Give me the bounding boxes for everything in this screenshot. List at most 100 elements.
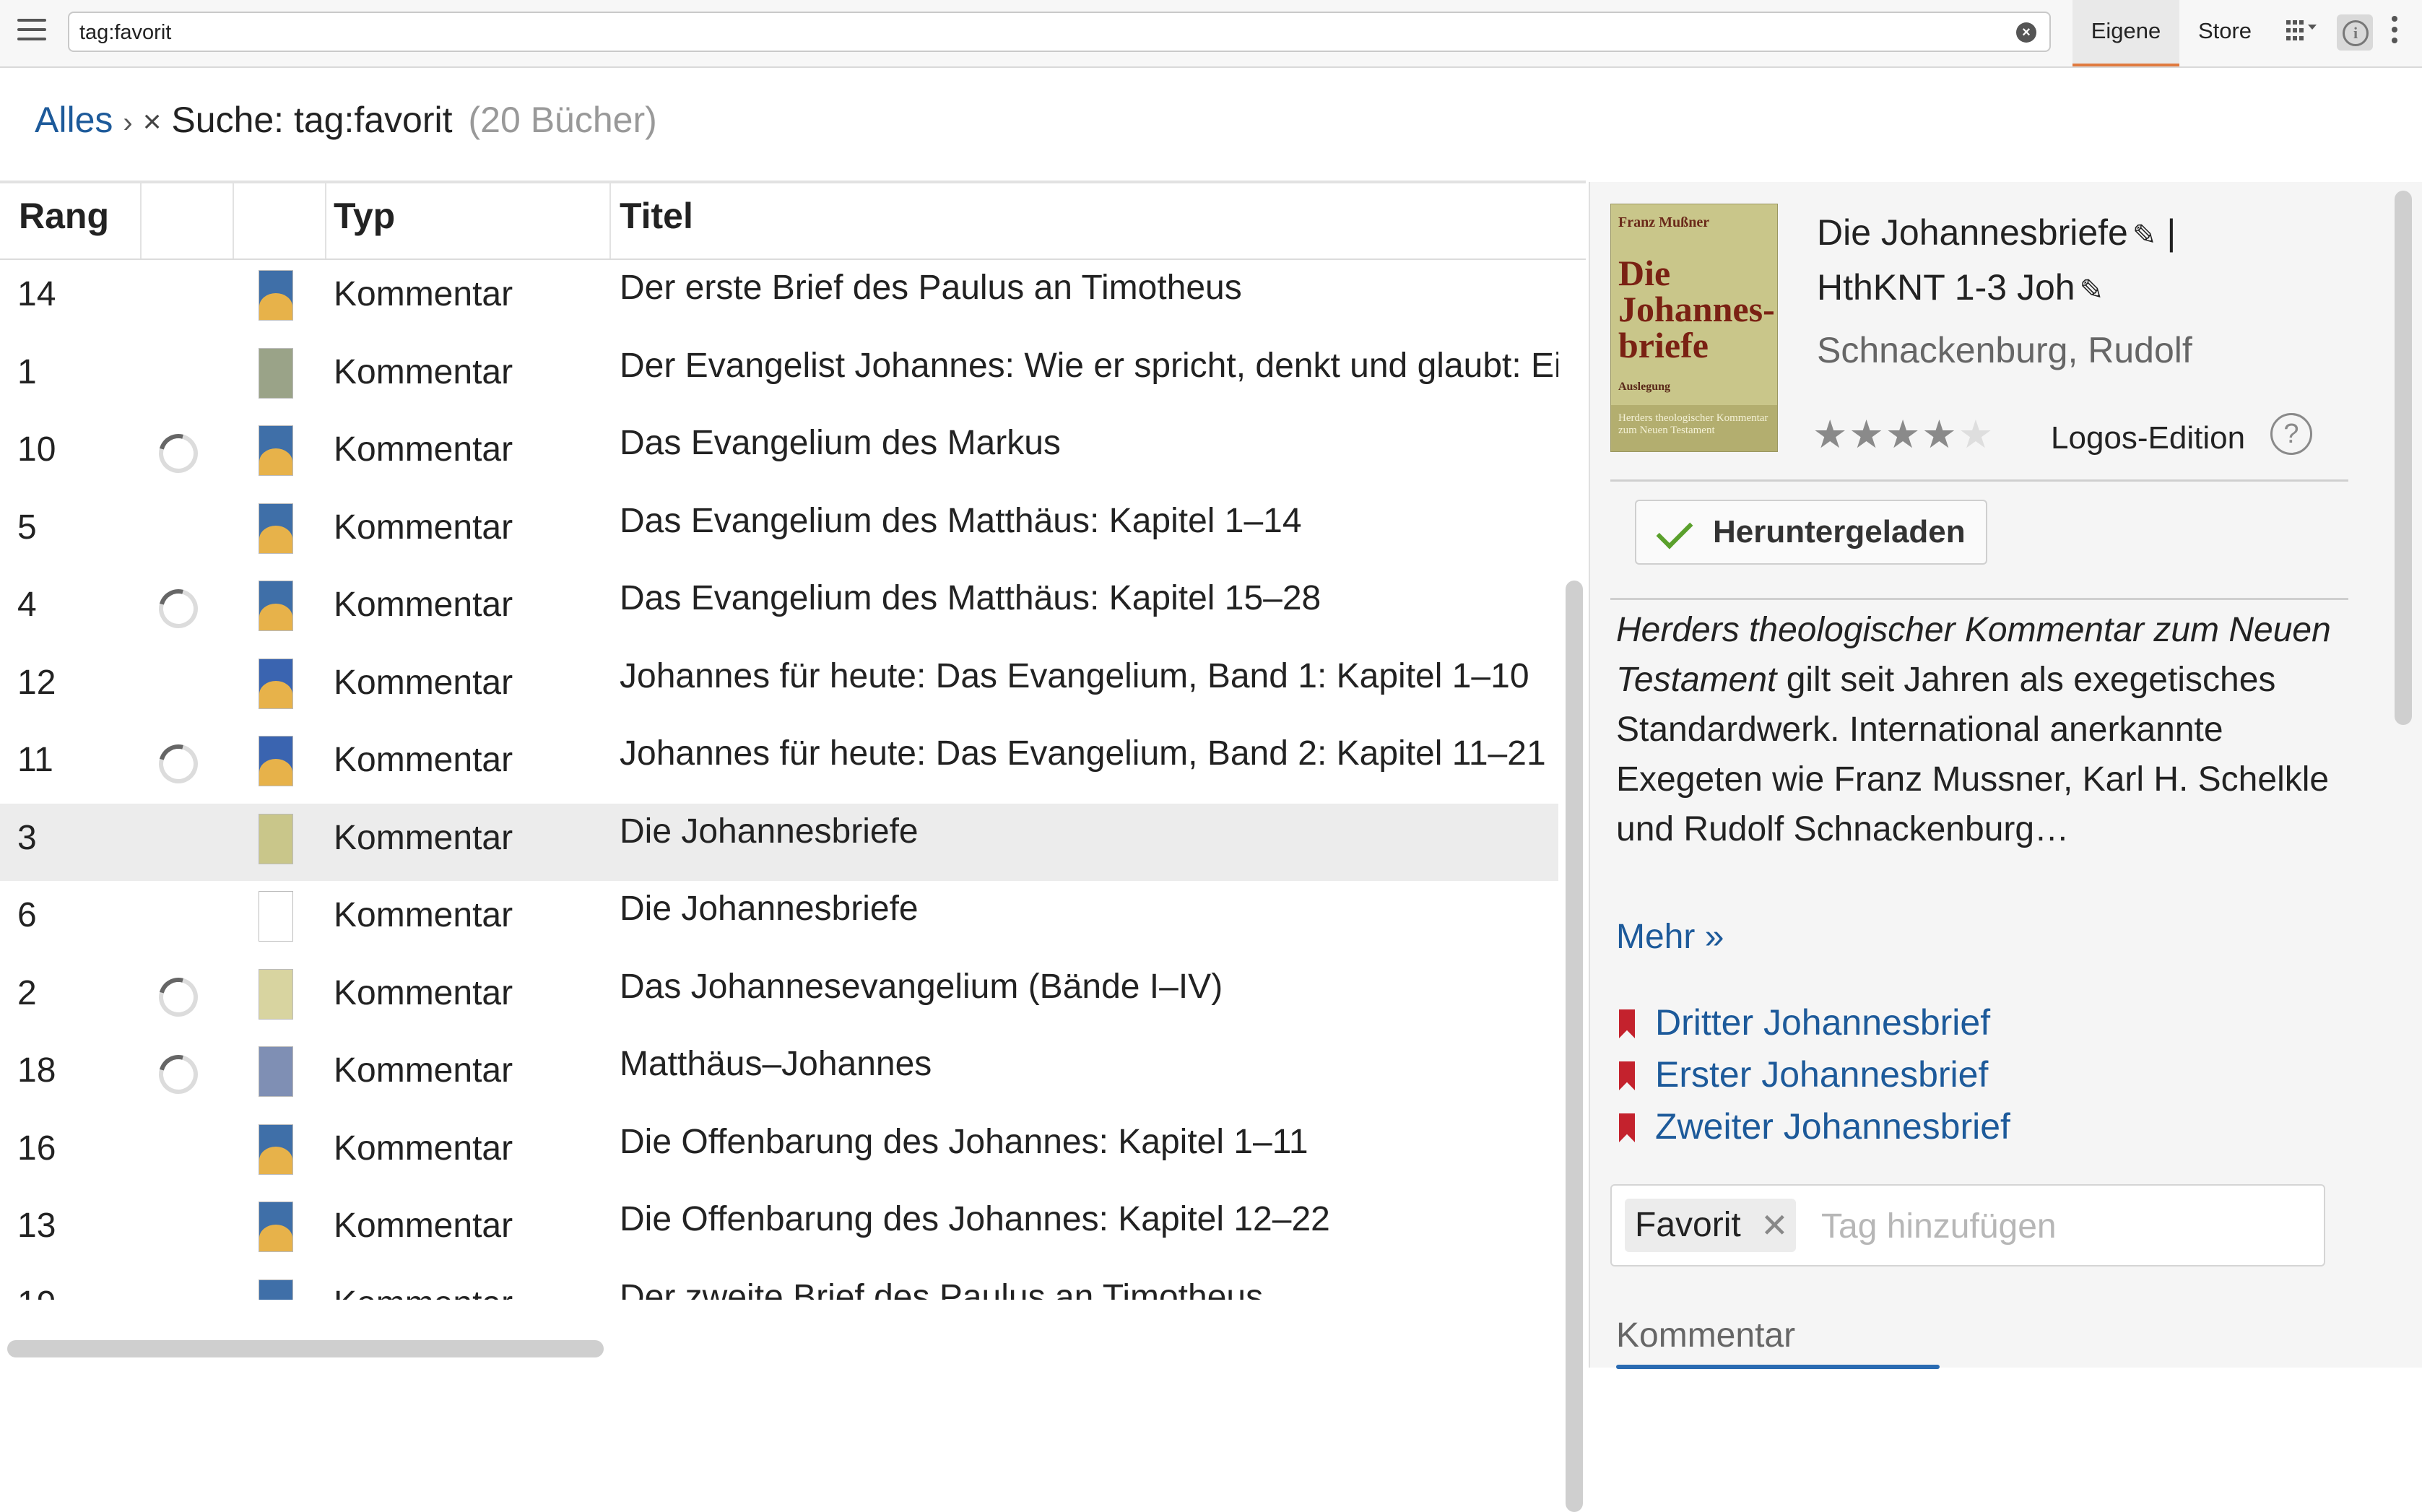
- table-row[interactable]: 12 Kommentar Johannes für heute: Das Evang…: [0, 648, 1558, 726]
- row-titel[interactable]: Der zweite Brief des Paulus an Timotheus: [620, 1269, 1558, 1300]
- table-row[interactable]: 19 Kommentar Der zweite Brief des Paulus a…: [0, 1269, 1558, 1300]
- row-titel[interactable]: Die Offenbarung des Johannes: Kapitel 12…: [620, 1191, 1558, 1269]
- cover-thumbnail: [259, 658, 293, 709]
- row-typ: Kommentar: [334, 1051, 513, 1090]
- row-typ: Kommentar: [334, 663, 513, 702]
- column-header-status[interactable]: [142, 183, 234, 258]
- search-input[interactable]: [78, 13, 1987, 52]
- row-typ: Kommentar: [334, 741, 513, 779]
- row-titel[interactable]: Das Johannesevangelium (Bände I–IV): [620, 959, 1558, 1036]
- row-typ: Kommentar: [334, 973, 513, 1012]
- breadcrumb: Alles › × Suche: tag:favorit (20 Bücher): [35, 91, 657, 149]
- bookmark-label: Zweiter Johannesbrief: [1655, 1106, 2010, 1147]
- cover-thumbnail: [259, 347, 293, 399]
- tag-box: Favorit ✕: [1610, 1184, 2325, 1266]
- row-titel[interactable]: Matthäus–Johannes: [620, 1036, 1558, 1113]
- cover-series: Herders theologischer Kommentar zum Neue…: [1618, 412, 1768, 436]
- tag-label: Favorit: [1635, 1206, 1741, 1244]
- row-titel[interactable]: Das Evangelium des Markus: [620, 415, 1558, 492]
- book-author[interactable]: Schnackenburg, Rudolf: [1817, 329, 2192, 371]
- view-options-icon[interactable]: [2286, 19, 2321, 45]
- table-row[interactable]: 13 Kommentar Die Offenbarung des Johannes:…: [0, 1191, 1558, 1269]
- row-typ: Kommentar: [334, 352, 513, 391]
- cover-thumbnail: [259, 736, 293, 786]
- search-box: ×: [68, 12, 2051, 52]
- remove-tag-icon[interactable]: ✕: [1761, 1199, 1789, 1252]
- divider: [1610, 598, 2348, 600]
- column-header-cover[interactable]: [234, 183, 326, 258]
- row-titel[interactable]: Das Evangelium des Matthäus: Kapitel 15–…: [620, 570, 1558, 648]
- row-typ: Kommentar: [334, 1129, 513, 1168]
- row-typ: Kommentar: [334, 1207, 513, 1245]
- cover-thumbnail-art: [259, 526, 292, 553]
- table-row[interactable]: 2 Kommentar Das Johannesevangelium (Bände …: [0, 959, 1558, 1036]
- table-horizontal-scrollbar[interactable]: [7, 1340, 604, 1357]
- row-titel[interactable]: Der erste Brief des Paulus an Timotheus: [620, 260, 1558, 337]
- table-row[interactable]: 16 Kommentar Die Offenbarung des Johannes:…: [0, 1114, 1558, 1191]
- row-rang: 18: [17, 1051, 56, 1090]
- rating-stars[interactable]: ★★★★★: [1813, 412, 1995, 457]
- result-count: (20 Bücher): [468, 100, 657, 140]
- cover-thumbnail-art: [259, 292, 292, 320]
- table-vertical-scrollbar[interactable]: [1566, 581, 1583, 1512]
- table-row[interactable]: 10 Kommentar Das Evangelium des Markus: [0, 415, 1558, 492]
- table-row[interactable]: 18 Kommentar Matthäus–Johannes: [0, 1036, 1558, 1113]
- loading-spinner-icon: [152, 737, 205, 791]
- edit-series-pencil-icon[interactable]: ✎: [2080, 264, 2104, 316]
- help-icon[interactable]: ?: [2270, 413, 2312, 455]
- row-rang: 16: [17, 1129, 56, 1168]
- row-rang: 19: [17, 1269, 133, 1300]
- row-rang: 10: [17, 430, 56, 469]
- column-header-titel[interactable]: Titel: [611, 183, 1586, 258]
- star-icon[interactable]: ★: [1885, 413, 1922, 456]
- star-icon[interactable]: ★: [1849, 413, 1885, 456]
- column-header-typ[interactable]: Typ: [326, 183, 611, 258]
- row-titel[interactable]: Der Evangelist Johannes: Wie er spricht,…: [620, 338, 1558, 415]
- row-rang: 13: [17, 1207, 56, 1245]
- tab-eigene[interactable]: Eigene: [2072, 0, 2179, 66]
- edit-title-pencil-icon[interactable]: ✎: [2132, 209, 2157, 261]
- add-tag-input[interactable]: [1820, 1200, 2299, 1252]
- info-panel-toggle-icon[interactable]: i: [2337, 14, 2373, 51]
- row-typ: Kommentar: [334, 430, 513, 469]
- tab-store[interactable]: Store: [2179, 0, 2270, 64]
- table-row[interactable]: 11 Kommentar Johannes für heute: Das Evang…: [0, 726, 1558, 803]
- book-cover[interactable]: Franz Mußner Die Johannes- briefe Ausleg…: [1610, 204, 1778, 452]
- more-options-icon[interactable]: [2392, 16, 2399, 48]
- table-row[interactable]: 14 Kommentar Der erste Brief des Paulus an…: [0, 260, 1558, 337]
- row-typ: Kommentar: [334, 586, 513, 624]
- star-icon[interactable]: ★: [1922, 413, 1958, 456]
- row-titel[interactable]: Die Johannesbriefe: [620, 804, 1558, 881]
- table-row[interactable]: 1 Kommentar Der Evangelist Johannes: Wie e…: [0, 338, 1558, 415]
- downloaded-label: Heruntergeladen: [1713, 514, 1966, 549]
- divider: [1610, 479, 2348, 482]
- row-titel[interactable]: Johannes für heute: Das Evangelium, Band…: [620, 726, 1558, 803]
- cover-thumbnail: [259, 270, 293, 321]
- library-table: Rang Typ Titel 14 Kommentar Der erste Brie…: [0, 181, 1586, 1512]
- book-description: Herders theologischer Kommentar zum Neue…: [1616, 605, 2367, 854]
- table-row[interactable]: 6 Kommentar Die Johannesbriefe: [0, 881, 1558, 958]
- breadcrumb-root-link[interactable]: Alles: [35, 100, 113, 140]
- row-titel[interactable]: Johannes für heute: Das Evangelium, Band…: [620, 648, 1558, 726]
- star-icon[interactable]: ★: [1958, 413, 1995, 456]
- cover-title-line: Johannes-: [1618, 289, 1775, 329]
- table-row[interactable]: 5 Kommentar Das Evangelium des Matthäus: K…: [0, 493, 1558, 570]
- cover-thumbnail: [259, 1202, 293, 1252]
- loading-spinner-icon: [152, 1048, 205, 1101]
- row-titel[interactable]: Die Johannesbriefe: [620, 881, 1558, 958]
- menu-icon[interactable]: [17, 19, 46, 43]
- clear-query-icon[interactable]: ×: [143, 104, 162, 139]
- star-icon[interactable]: ★: [1813, 413, 1849, 456]
- column-header-rang[interactable]: Rang: [0, 183, 142, 258]
- cover-thumbnail-art: [259, 1224, 292, 1251]
- clear-search-icon[interactable]: ×: [2016, 22, 2036, 43]
- row-titel[interactable]: Die Offenbarung des Johannes: Kapitel 1–…: [620, 1114, 1558, 1191]
- cover-thumbnail: [259, 813, 293, 864]
- table-row[interactable]: 4 Kommentar Das Evangelium des Matthäus: K…: [0, 570, 1558, 648]
- row-rang: 14: [17, 275, 56, 313]
- table-row[interactable]: 3 Kommentar Die Johannesbriefe: [0, 803, 1558, 881]
- more-link[interactable]: Mehr »: [1616, 917, 1724, 957]
- panel-vertical-scrollbar[interactable]: [2395, 191, 2412, 725]
- row-titel[interactable]: Das Evangelium des Matthäus: Kapitel 1–1…: [620, 493, 1558, 570]
- downloaded-button[interactable]: Heruntergeladen: [1635, 500, 1987, 565]
